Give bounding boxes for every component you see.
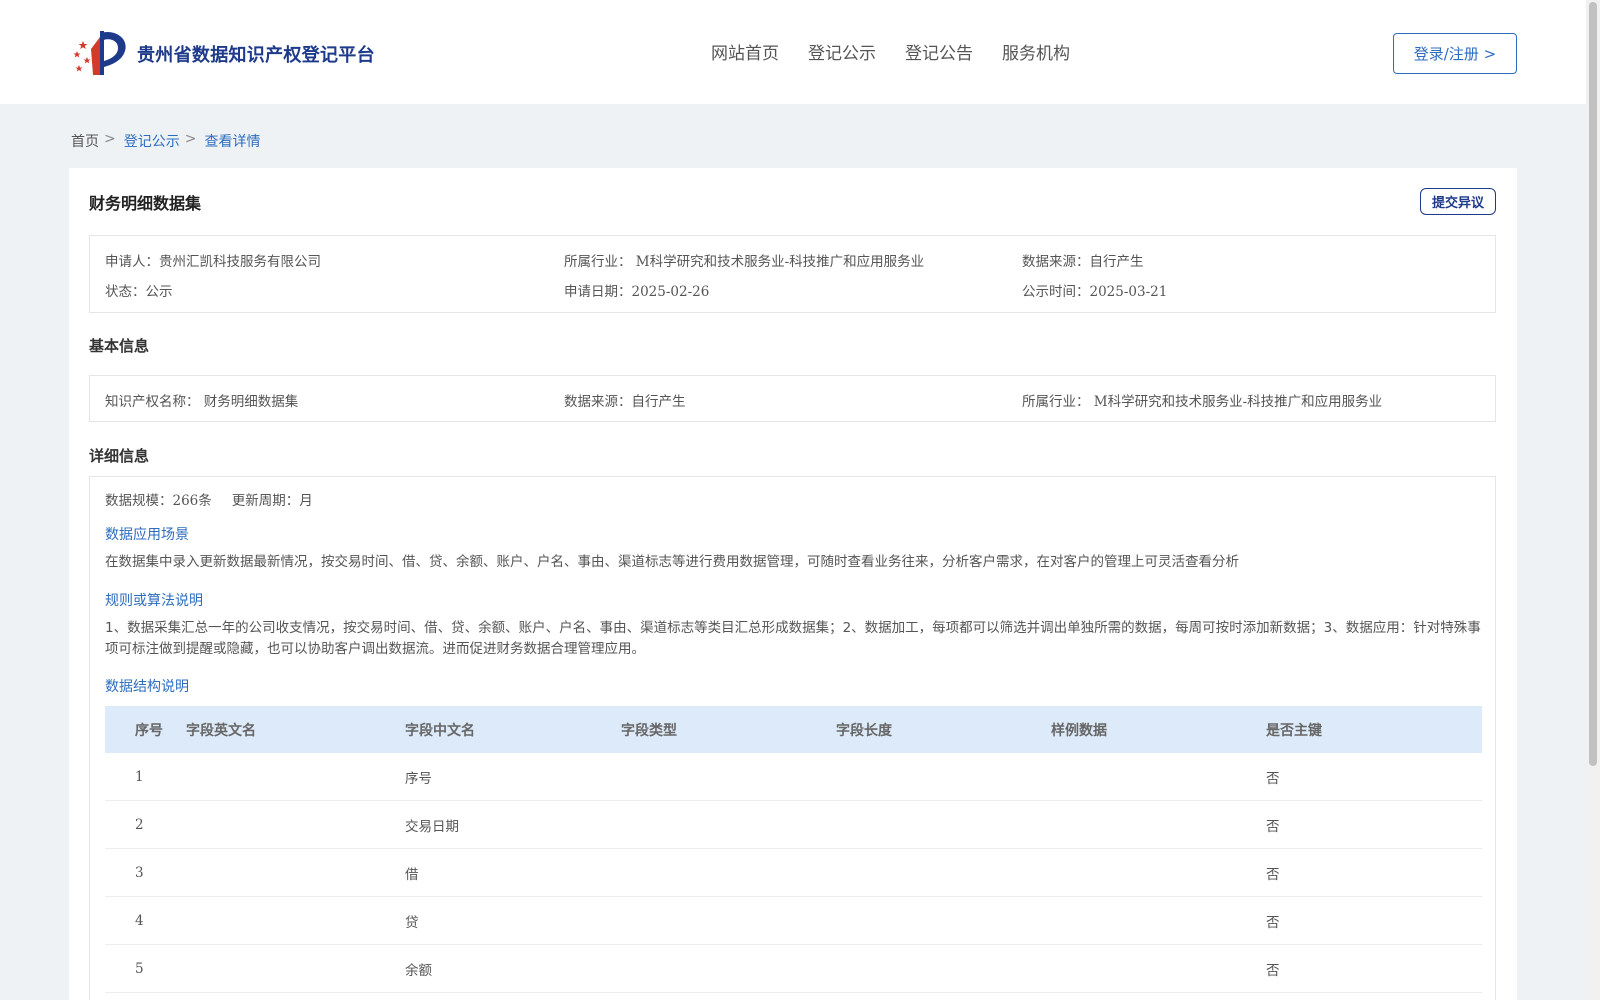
applicant-field: 申请人：贵州汇凯科技服务有限公司 [105,254,321,270]
table-row: 1 序号 否 [105,753,1482,801]
detail-card: 财务明细数据集 提交异议 申请人：贵州汇凯科技服务有限公司 所属行业： M科学研… [69,168,1517,1000]
nav-item-service-agencies[interactable]: 服务机构 [1002,39,1070,64]
structure-heading: 数据结构说明 [105,679,189,695]
column-header-primary-key: 是否主键 [1266,722,1322,739]
summary-box: 申请人：贵州汇凯科技服务有限公司 所属行业： M科学研究和技术服务业-科技推广和… [89,235,1496,313]
platform-logo-icon[interactable] [71,27,129,77]
scenario-heading: 数据应用场景 [105,527,189,543]
column-header-length: 字段长度 [836,722,892,739]
ip-name-value: 财务明细数据集 [203,394,299,410]
cell-index: 4 [135,912,144,929]
cell-primary-key: 否 [1266,962,1280,979]
cell-chinese-name: 贷 [405,914,419,931]
update-cycle-value: 月 [299,493,313,509]
breadcrumb-current: 查看详情 [204,134,261,150]
status-field: 状态：公示 [105,284,173,300]
cell-index: 3 [135,864,144,881]
basic-industry-field: 所属行业： M科学研究和技术服务业-科技推广和应用服务业 [1022,394,1383,410]
detail-info-heading: 详细信息 [89,447,150,465]
scale-cycle-line: 数据规模：266条 更新周期：月 [105,493,313,509]
page-title: 财务明细数据集 [89,194,202,213]
detail-info-box: 数据规模：266条 更新周期：月 数据应用场景 在数据集中录入更新数据最新情况，按… [89,476,1496,1000]
nav-item-home[interactable]: 网站首页 [711,39,779,64]
rule-heading: 规则或算法说明 [105,593,203,609]
site-header: 贵州省数据知识产权登记平台 网站首页 登记公示 登记公告 服务机构 登录/注册 … [0,0,1586,104]
column-header-sample: 样例数据 [1051,722,1107,739]
cell-chinese-name: 余额 [405,962,432,979]
table-row: 4 贷 否 [105,897,1482,945]
cell-chinese-name: 交易日期 [405,818,459,835]
basic-info-heading: 基本信息 [89,337,150,355]
site-title[interactable]: 贵州省数据知识产权登记平台 [137,41,375,67]
login-register-button[interactable]: 登录/注册 > [1393,33,1517,74]
table-row: 3 借 否 [105,849,1482,897]
scenario-text: 在数据集中录入更新数据最新情况，按交易时间、借、贷、余额、账户、户名、事由、渠道… [105,554,1239,570]
basic-source-field: 数据来源：自行产生 [564,394,686,410]
table-header: 序号 字段英文名 字段中文名 字段类型 字段长度 样例数据 是否主键 [105,706,1482,753]
cell-primary-key: 否 [1266,818,1280,835]
basic-industry-value: M科学研究和技术服务业-科技推广和应用服务业 [1093,394,1383,410]
scrollbar-thumb[interactable] [1589,2,1597,766]
cell-index: 2 [135,816,144,833]
cell-primary-key: 否 [1266,770,1280,787]
cell-index: 5 [135,960,144,977]
table-row: 5 余额 否 [105,945,1482,993]
breadcrumb-separator: > [184,131,197,147]
submit-objection-button[interactable]: 提交异议 [1420,188,1496,215]
page-scrollbar[interactable] [1586,0,1600,1000]
breadcrumb-registration-publicity[interactable]: 登记公示 [124,131,180,151]
basic-info-box: 知识产权名称： 财务明细数据集 数据来源：自行产生 所属行业： M科学研究和技术… [89,375,1496,422]
rule-text: 1、数据采集汇总一年的公司收支情况，按交易时间、借、贷、余额、账户、户名、事由、… [105,620,1481,657]
source-field: 数据来源：自行产生 [1022,254,1144,270]
column-header-type: 字段类型 [621,722,677,739]
apply-date-value: 2025-02-26 [631,284,710,300]
column-header-chinese-name: 字段中文名 [405,722,475,739]
data-structure-table: 序号 字段英文名 字段中文名 字段类型 字段长度 样例数据 是否主键 1 序号 … [105,706,1482,993]
industry-field: 所属行业： M科学研究和技术服务业-科技推广和应用服务业 [564,254,925,270]
publish-time-value: 2025-03-21 [1089,284,1168,300]
status-value: 公示 [145,284,173,300]
applicant-value: 贵州汇凯科技服务有限公司 [159,254,321,270]
column-header-english-name: 字段英文名 [186,722,256,739]
main-nav: 网站首页 登记公示 登记公告 服务机构 [711,39,1099,64]
source-value: 自行产生 [1089,254,1144,270]
cell-index: 1 [135,768,144,785]
basic-source-value: 自行产生 [631,394,686,410]
cell-primary-key: 否 [1266,866,1280,883]
cell-primary-key: 否 [1266,914,1280,931]
breadcrumb-separator: > [104,131,116,147]
publish-time-field: 公示时间：2025-03-21 [1022,284,1168,300]
cell-chinese-name: 借 [405,866,419,883]
breadcrumb-home[interactable]: 首页 [71,131,99,151]
column-header-index: 序号 [135,722,163,739]
apply-date-field: 申请日期：2025-02-26 [564,284,710,300]
cell-chinese-name: 序号 [405,770,432,787]
data-scale-value: 266条 [172,493,212,509]
nav-item-registration-announcement[interactable]: 登记公告 [905,39,973,64]
industry-value: M科学研究和技术服务业-科技推广和应用服务业 [635,254,925,270]
nav-item-registration-publicity[interactable]: 登记公示 [808,39,876,64]
ip-name-field: 知识产权名称： 财务明细数据集 [105,394,299,410]
table-row: 2 交易日期 否 [105,801,1482,849]
breadcrumb: 首页 > 登记公示 > 查看详情 [71,131,260,151]
